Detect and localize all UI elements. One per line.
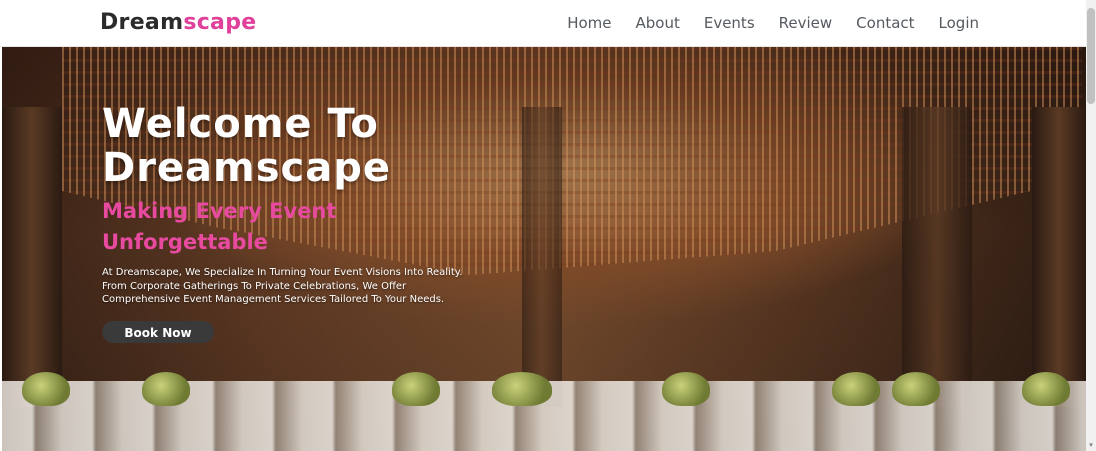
nav-link-events[interactable]: Events [704, 14, 755, 32]
nav-link-home[interactable]: Home [567, 14, 611, 32]
hero-bg-floral [662, 372, 710, 406]
nav-link-review[interactable]: Review [779, 14, 833, 32]
hero-section: Welcome To Dreamscape Making Every Event… [2, 47, 1086, 451]
hero-bg-pillar [1032, 107, 1086, 407]
nav-link-login[interactable]: Login [939, 14, 979, 32]
book-now-button[interactable]: Book Now [102, 320, 214, 343]
hero-bg-floral [1022, 372, 1070, 406]
brand-name-part2: scape [183, 10, 257, 35]
hero-bg-floral [492, 372, 552, 406]
hero-title-line1: Welcome To [102, 101, 379, 147]
hero-subtitle: Making Every Event Unforgettable [102, 199, 337, 254]
hero-content: Welcome To Dreamscape Making Every Event… [102, 102, 482, 343]
main-nav: Home About Events Review Contact Login [543, 14, 979, 32]
hero-bg-floral [22, 372, 70, 406]
hero-bg-pillar [522, 107, 562, 407]
brand-name-part1: Dream [100, 10, 184, 35]
hero-bg-floral [832, 372, 880, 406]
hero-bg-floral [892, 372, 940, 406]
hero-title-line2: Dreamscape [102, 145, 392, 191]
hero-title: Welcome To Dreamscape [102, 102, 482, 190]
navbar: Dreamscape Home About Events Review Cont… [0, 0, 1086, 47]
nav-link-contact[interactable]: Contact [856, 14, 914, 32]
nav-link-about[interactable]: About [635, 14, 679, 32]
scroll-down-arrow-icon[interactable]: ▾ [1087, 441, 1095, 449]
hero-bg-floral [142, 372, 190, 406]
page-scrollbar[interactable]: ▾ [1086, 0, 1096, 451]
brand-logo[interactable]: Dreamscape [100, 10, 256, 35]
hero-bg-pillar [2, 107, 62, 407]
scrollbar-thumb[interactable] [1087, 8, 1095, 104]
hero-bg-floral [392, 372, 440, 406]
hero-bg-pillar [902, 107, 972, 407]
hero-description: At Dreamscape, We Specialize In Turning … [102, 267, 463, 305]
